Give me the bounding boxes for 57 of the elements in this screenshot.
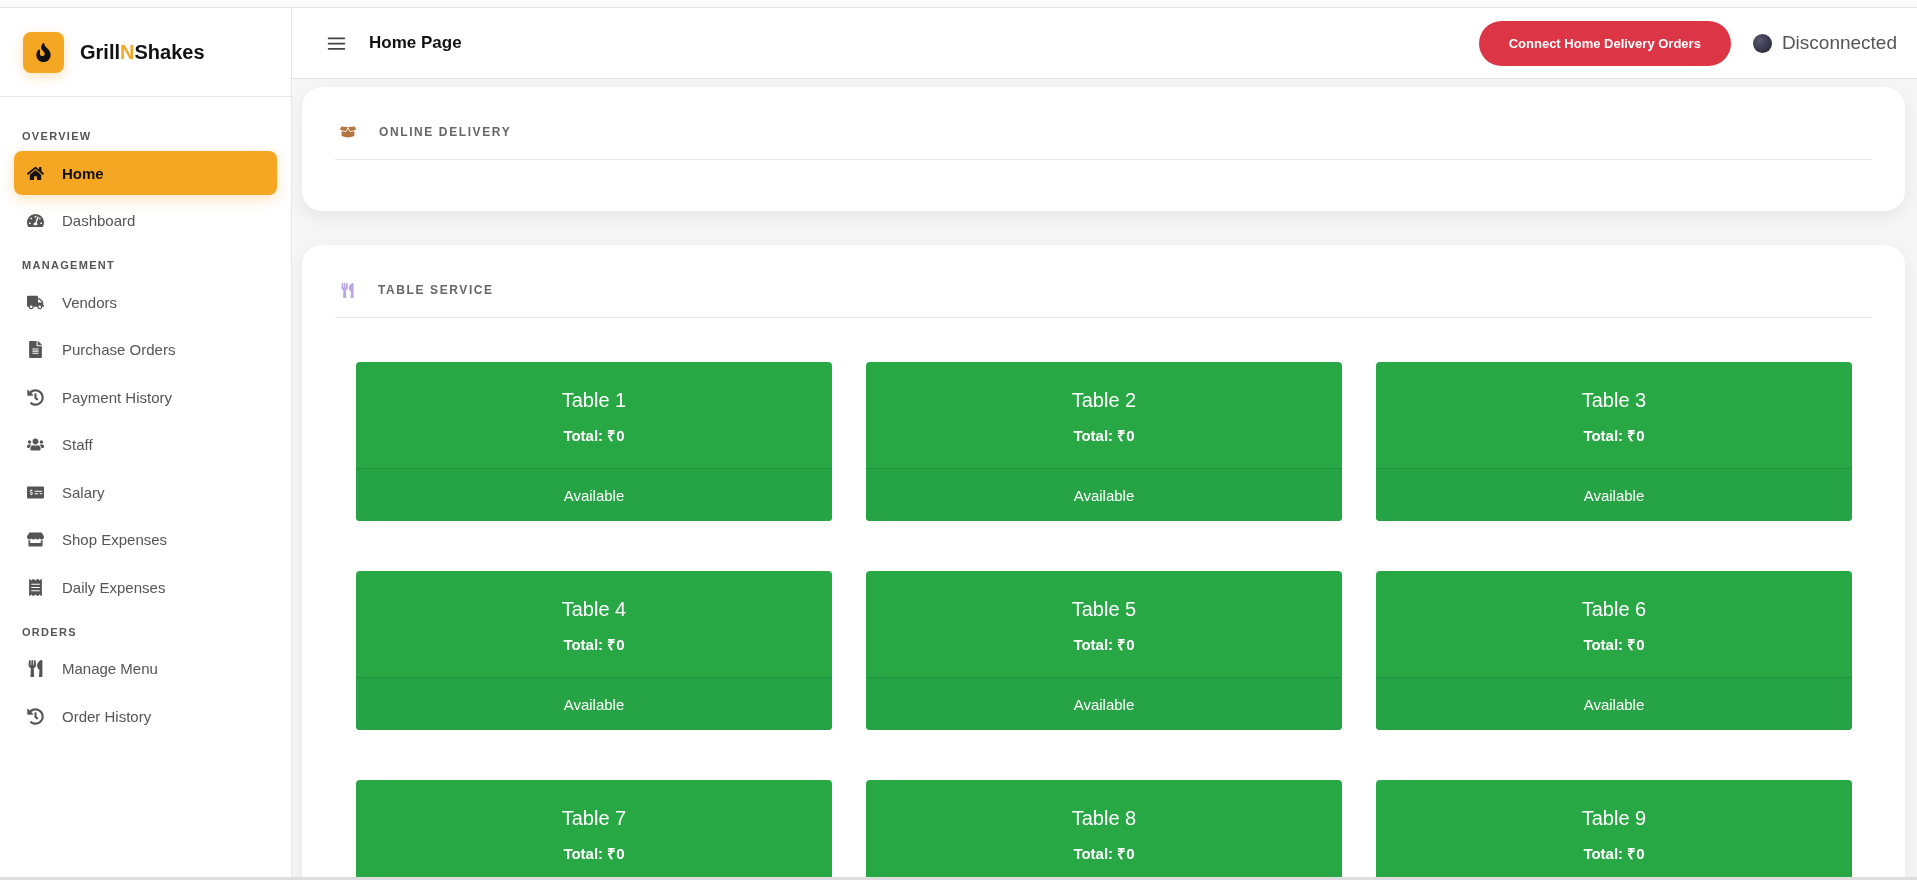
table-status: Available bbox=[356, 677, 832, 730]
nav-item[interactable]: Vendors bbox=[14, 280, 277, 324]
page-title: Home Page bbox=[369, 33, 463, 53]
table-name: Table 2 bbox=[1071, 389, 1137, 412]
nav-item[interactable]: Shop Expenses bbox=[14, 517, 277, 562]
table-name: Table 3 bbox=[1581, 389, 1647, 412]
store-icon bbox=[27, 531, 44, 548]
nav-item[interactable]: Purchase Orders bbox=[14, 327, 277, 372]
package-icon bbox=[340, 124, 356, 140]
table-name: Table 4 bbox=[561, 598, 627, 621]
users-icon bbox=[27, 436, 44, 453]
nav-item[interactable]: Salary bbox=[14, 470, 277, 514]
table-name: Table 7 bbox=[561, 807, 627, 830]
section-title: ONLINE DELIVERY bbox=[379, 125, 512, 139]
utensils-icon bbox=[27, 660, 44, 677]
utensils-icon bbox=[340, 282, 355, 298]
section-heading: OVERVIEW bbox=[21, 129, 93, 144]
table-total: Total: ₹0 bbox=[1583, 426, 1645, 445]
nav-item[interactable]: Payment History bbox=[14, 375, 277, 419]
table-total: Total: ₹0 bbox=[1073, 635, 1135, 654]
table-status: Available bbox=[1376, 468, 1852, 521]
table-name: Table 8 bbox=[1071, 807, 1137, 830]
connect-button[interactable]: Connect Home Delivery Orders bbox=[1478, 20, 1731, 66]
home-icon bbox=[27, 164, 44, 182]
table-total: Total: ₹0 bbox=[563, 844, 625, 863]
table-name: Table 6 bbox=[1581, 598, 1647, 621]
nav-item[interactable]: Order History bbox=[14, 694, 277, 738]
table-status: Available bbox=[866, 677, 1342, 730]
section-heading: ORDERS bbox=[21, 624, 78, 640]
table-total: Total: ₹0 bbox=[1583, 635, 1645, 654]
history-icon bbox=[27, 707, 44, 725]
table-status: Available bbox=[1376, 677, 1852, 730]
section-title: TABLE SERVICE bbox=[378, 283, 494, 297]
connection-status: Disconnected bbox=[1781, 32, 1897, 54]
document-icon bbox=[27, 341, 44, 358]
table-status: Available bbox=[866, 468, 1342, 521]
table-name: Table 5 bbox=[1071, 598, 1137, 621]
gauge-icon bbox=[27, 212, 44, 229]
table-name: Table 1 bbox=[561, 389, 627, 412]
nav-item[interactable]: Dashboard bbox=[14, 198, 277, 243]
table-total: Total: ₹0 bbox=[563, 426, 625, 445]
flame-icon bbox=[34, 42, 53, 62]
nav-item[interactable]: Daily Expenses bbox=[14, 565, 277, 609]
history-icon bbox=[27, 388, 44, 406]
table-status: Available bbox=[356, 468, 832, 521]
nav-item[interactable]: Staff bbox=[14, 422, 277, 467]
truck-icon bbox=[27, 293, 44, 311]
nav-item[interactable]: Home bbox=[14, 151, 277, 195]
table-total: Total: ₹0 bbox=[563, 635, 625, 654]
nav-item[interactable]: Manage Menu bbox=[14, 646, 277, 691]
receipt-icon bbox=[27, 578, 44, 596]
section-heading: MANAGEMENT bbox=[21, 258, 117, 273]
table-total: Total: ₹0 bbox=[1583, 844, 1645, 863]
table-name: Table 9 bbox=[1581, 807, 1647, 830]
table-total: Total: ₹0 bbox=[1073, 426, 1135, 445]
table-total: Total: ₹0 bbox=[1073, 844, 1135, 863]
brand-name: GrillNShakes bbox=[80, 40, 205, 64]
